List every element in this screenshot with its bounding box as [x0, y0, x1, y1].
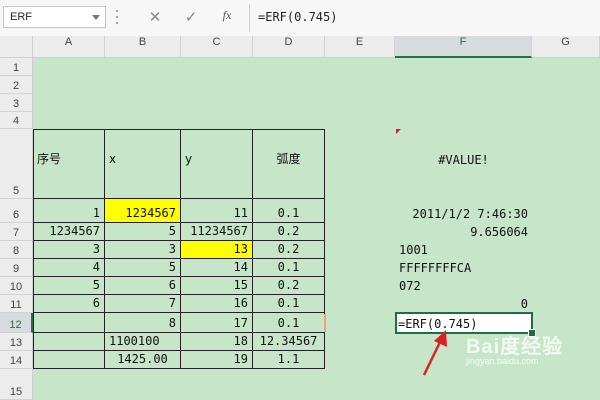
- formula-bar: ERF ✕ ✓ fx =ERF(0.745): [0, 0, 600, 37]
- enter-icon[interactable]: ✓: [182, 8, 200, 26]
- name-box-value: ERF: [10, 11, 32, 23]
- chevron-down-icon[interactable]: [92, 15, 100, 20]
- watermark: Bai度经验 jingyan.baidu.com: [456, 328, 586, 372]
- formula-bar-divider: [249, 4, 250, 32]
- watermark-url: jingyan.baidu.com: [466, 356, 539, 366]
- name-box[interactable]: ERF: [3, 6, 106, 28]
- insert-function-icon[interactable]: fx: [218, 8, 236, 26]
- watermark-logo: Bai度经验: [466, 336, 564, 358]
- drag-handle-icon[interactable]: [116, 9, 118, 25]
- formula-input[interactable]: =ERF(0.745): [258, 10, 337, 24]
- cancel-icon[interactable]: ✕: [146, 8, 164, 26]
